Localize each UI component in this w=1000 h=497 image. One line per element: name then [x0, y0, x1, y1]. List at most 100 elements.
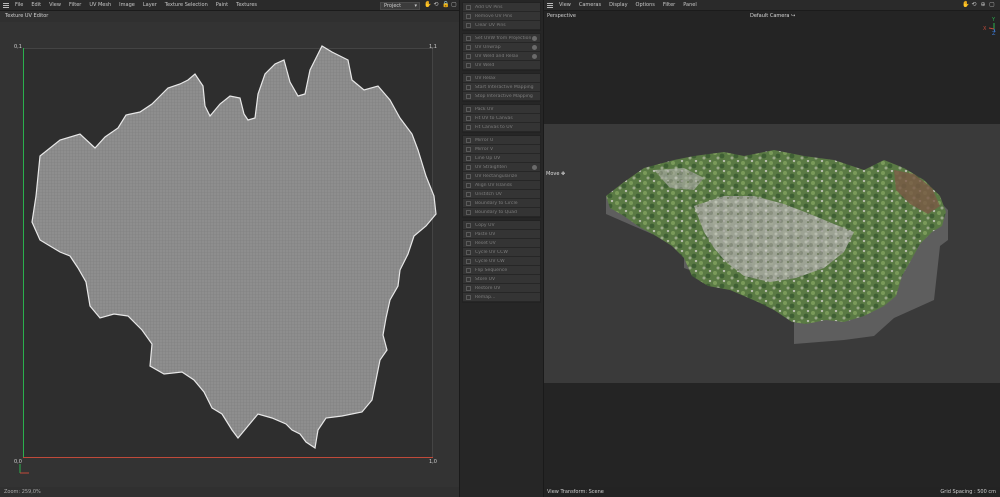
uv-command-group-6: Copy UV Paste UV Reset UV Cycle UV CCW Cycle… — [462, 220, 541, 303]
command-label: UV Straighten — [475, 164, 508, 170]
command-icon — [466, 209, 471, 215]
uv-command-store-uv[interactable]: Store UV — [463, 275, 540, 284]
command-icon — [466, 173, 471, 179]
uv-island-shape[interactable] — [0, 0, 459, 497]
command-label: Mirror U — [475, 137, 494, 143]
command-icon — [466, 4, 471, 10]
uv-command-pack-uv[interactable]: Pack UV — [463, 105, 540, 114]
uv-command-uv-straighten[interactable]: UV Straighten — [463, 163, 540, 172]
uv-command-clear-uv-pins[interactable]: Clear UV Pins — [463, 21, 540, 30]
command-icon — [466, 146, 471, 152]
texture-uv-editor-panel: File Edit View Filter UV Mesh Image Layer Textu… — [0, 0, 459, 497]
command-icon — [466, 285, 471, 291]
command-icon — [466, 75, 471, 81]
settings-gear-icon[interactable] — [532, 45, 537, 50]
move-arrows-icon: ✥ — [561, 171, 566, 177]
move-tool-text: Move — [546, 171, 560, 177]
uv-command-uv-rectangularize[interactable]: UV Rectangularize — [463, 172, 540, 181]
command-label: Stop Interactive Mapping — [475, 93, 533, 99]
uv-command-uv-weld[interactable]: UV Weld — [463, 61, 540, 70]
command-label: Unstitch UV — [475, 191, 502, 197]
viewport-status-bar — [544, 487, 1000, 497]
v-axis-line — [23, 48, 24, 458]
command-icon — [466, 93, 471, 99]
uv-command-unstitch-uv[interactable]: Unstitch UV — [463, 190, 540, 199]
command-label: Remove UV Pins — [475, 13, 513, 19]
command-icon — [466, 258, 471, 264]
uv-command-uv-unwrap[interactable]: UV Unwrap — [463, 43, 540, 52]
command-icon — [466, 22, 471, 28]
command-icon — [466, 106, 471, 112]
command-label: Reset UV — [475, 240, 496, 246]
zoom-status: Zoom: 259,0% — [4, 489, 41, 495]
command-icon — [466, 267, 471, 273]
uv-command-remap[interactable]: Remap... — [463, 293, 540, 302]
uv-corner-top-right: 1,1 — [429, 44, 437, 50]
perspective-viewport-panel: View Cameras Display Options Filter Panel ✋ ⟲… — [544, 0, 1000, 497]
settings-gear-icon[interactable] — [532, 165, 537, 170]
uv-command-set-uvw-from-projection[interactable]: Set UVW from Projection — [463, 34, 540, 43]
command-icon — [466, 240, 471, 246]
command-icon — [466, 84, 471, 90]
command-icon — [466, 222, 471, 228]
view-transform-label: View Transform: Scene — [547, 489, 604, 495]
command-icon — [466, 191, 471, 197]
settings-gear-icon[interactable] — [532, 36, 537, 41]
uv-command-uv-weld-and-relax[interactable]: UV Weld and Relax — [463, 52, 540, 61]
command-icon — [466, 115, 471, 121]
command-icon — [466, 249, 471, 255]
command-label: Align UV Islands — [475, 182, 513, 188]
uv-corner-top-left: 0,1 — [14, 44, 22, 50]
uv-command-cycle-uv-ccw[interactable]: Cycle UV CCW — [463, 248, 540, 257]
command-label: Set UVW from Projection — [475, 35, 532, 41]
uv-command-mirror-u[interactable]: Mirror U — [463, 136, 540, 145]
command-label: UV Unwrap — [475, 44, 501, 50]
uv-command-restore-uv[interactable]: Restore UV — [463, 284, 540, 293]
command-label: Cycle UV CCW — [475, 249, 508, 255]
command-icon — [466, 182, 471, 188]
uv-command-boundary-to-circle[interactable]: Boundary to Circle — [463, 199, 540, 208]
uv-command-group-2: Set UVW from Projection UV Unwrap UV Weld … — [462, 33, 541, 71]
uv-command-boundary-to-quad[interactable]: Boundary to Quad — [463, 208, 540, 217]
uv-command-copy-uv[interactable]: Copy UV — [463, 221, 540, 230]
uv-command-group-5: Mirror U Mirror V Line Up UV UV Straighten U… — [462, 135, 541, 218]
uv-command-group-3: UV Relax Start Interactive Mapping Stop In… — [462, 73, 541, 102]
uv-command-reset-uv[interactable]: Reset UV — [463, 239, 540, 248]
command-icon — [466, 200, 471, 206]
command-icon — [466, 137, 471, 143]
uv-command-line-up-uv[interactable]: Line Up UV — [463, 154, 540, 163]
uv-command-fit-canvas-to-uv[interactable]: Fit Canvas to UV — [463, 123, 540, 132]
command-icon — [466, 13, 471, 19]
uv-command-mirror-v[interactable]: Mirror V — [463, 145, 540, 154]
terrain-mesh[interactable] — [544, 0, 1000, 497]
command-label: Fit UV to Canvas — [475, 115, 513, 121]
uv-command-paste-uv[interactable]: Paste UV — [463, 230, 540, 239]
uv-command-cycle-uv-cw[interactable]: Cycle UV CW — [463, 257, 540, 266]
move-tool-label[interactable]: Move ✥ — [546, 171, 565, 177]
uv-command-group-1: Add UV Pins Remove UV Pins Clear UV Pins — [462, 2, 541, 31]
command-label: Fit Canvas to UV — [475, 124, 513, 130]
grid-spacing-label: Grid Spacing : 500 cm — [940, 489, 996, 495]
command-icon — [466, 294, 471, 300]
command-label: Cycle UV CW — [475, 258, 505, 264]
command-icon — [466, 164, 471, 170]
uv-command-fit-uv-to-canvas[interactable]: Fit UV to Canvas — [463, 114, 540, 123]
uv-command-remove-uv-pins[interactable]: Remove UV Pins — [463, 12, 540, 21]
command-label: UV Weld — [475, 62, 495, 68]
uv-command-align-uv-islands[interactable]: Align UV Islands — [463, 181, 540, 190]
uv-command-stop-interactive-mapping[interactable]: Stop Interactive Mapping — [463, 92, 540, 101]
command-label: Add UV Pins — [475, 4, 503, 10]
command-label: Copy UV — [475, 222, 495, 228]
command-icon — [466, 231, 471, 237]
settings-gear-icon[interactable] — [532, 54, 537, 59]
command-label: Flip Sequence — [475, 267, 508, 273]
uv-command-add-uv-pins[interactable]: Add UV Pins — [463, 3, 540, 12]
uv-command-uv-relax[interactable]: UV Relax — [463, 74, 540, 83]
command-icon — [466, 276, 471, 282]
command-label: Clear UV Pins — [475, 22, 506, 28]
uv-command-start-interactive-mapping[interactable]: Start Interactive Mapping — [463, 83, 540, 92]
command-label: UV Weld and Relax — [475, 53, 519, 59]
command-label: Start Interactive Mapping — [475, 84, 534, 90]
command-label: Remap... — [475, 294, 496, 300]
uv-command-flip-sequence[interactable]: Flip Sequence — [463, 266, 540, 275]
